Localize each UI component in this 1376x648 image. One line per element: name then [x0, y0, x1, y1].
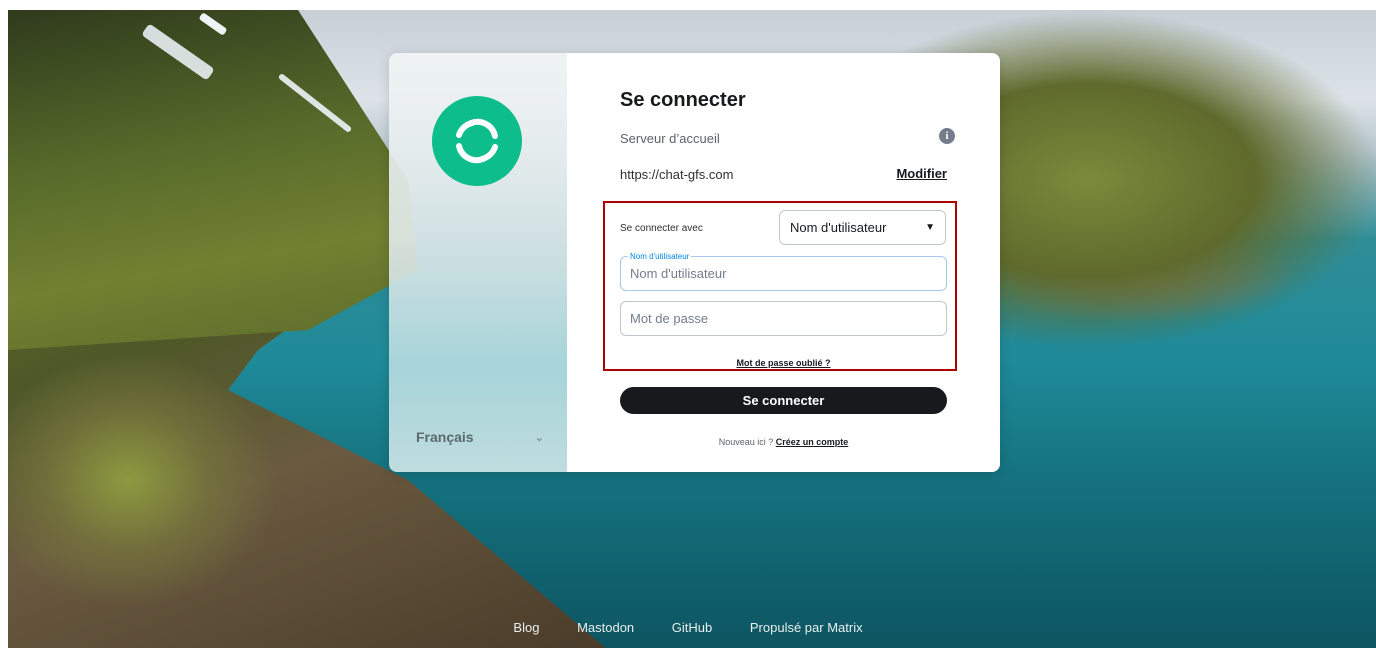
username-float-label: Nom d'utilisateur [628, 252, 692, 261]
footer-links: Blog Mastodon GitHub Propulsé par Matrix [0, 620, 1376, 635]
mountain-left-slope [8, 10, 418, 350]
footer-link-matrix[interactable]: Propulsé par Matrix [750, 620, 863, 635]
footer-link-mastodon[interactable]: Mastodon [577, 620, 634, 635]
sign-in-button[interactable]: Se connecter [620, 387, 947, 414]
login-method-select[interactable]: Nom d'utilisateur ▼ [779, 210, 946, 245]
username-placeholder: Nom d'utilisateur [630, 266, 727, 281]
forgot-password-label: Mot de passe oublié ? [736, 358, 831, 368]
info-icon[interactable]: i [939, 128, 955, 144]
new-here-text: Nouveau ici ? Créez un compte [567, 437, 1000, 447]
password-placeholder: Mot de passe [630, 311, 709, 326]
language-label: Français [416, 429, 474, 445]
homeserver-label: Serveur d’accueil [620, 131, 720, 146]
username-input[interactable]: Nom d'utilisateur [620, 256, 947, 291]
new-here-label: Nouveau ici ? [718, 437, 774, 447]
card-sidebar: Français ⌄ [389, 53, 567, 472]
password-input[interactable]: Mot de passe [620, 301, 947, 336]
element-logo-icon [432, 96, 522, 186]
footer-link-blog[interactable]: Blog [513, 620, 539, 635]
login-card: Français ⌄ Se connecter Serveur d’accuei… [389, 53, 1000, 472]
chevron-down-icon: ⌄ [534, 431, 544, 444]
login-form-panel: Se connecter Serveur d’accueil i https:/… [567, 53, 1000, 472]
footer-link-github[interactable]: GitHub [672, 620, 712, 635]
create-account-link[interactable]: Créez un compte [776, 437, 849, 447]
language-selector[interactable]: Français ⌄ [416, 429, 544, 445]
chevron-down-icon: ▼ [925, 222, 935, 233]
edit-homeserver-link[interactable]: Modifier [896, 166, 947, 181]
login-method-value: Nom d'utilisateur [790, 220, 887, 235]
page-title: Se connecter [620, 89, 746, 111]
homeserver-url: https://chat-gfs.com [620, 167, 734, 182]
forgot-password-link[interactable]: Mot de passe oublié ? [567, 358, 1000, 368]
login-with-label: Se connecter avec [620, 223, 703, 234]
